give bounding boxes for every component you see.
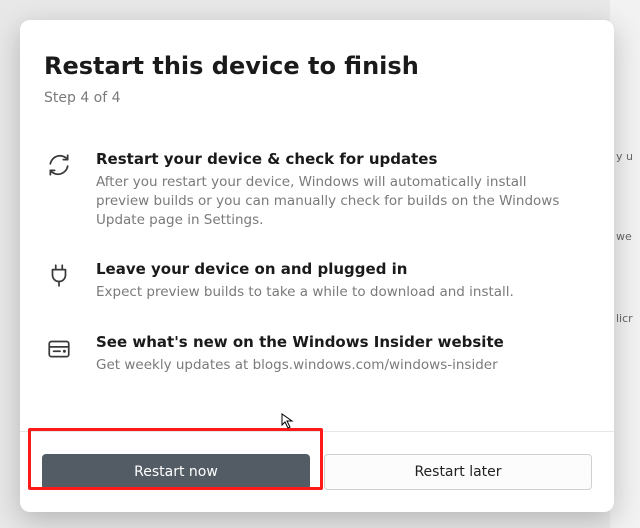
dialog-body: Restart this device to finish Step 4 of …	[20, 20, 614, 431]
info-item-content: Restart your device & check for updates …	[96, 150, 580, 230]
info-heading: See what's new on the Windows Insider we…	[96, 333, 504, 351]
backdrop-text: licr	[616, 312, 633, 325]
refresh-icon	[44, 150, 74, 230]
restart-later-button[interactable]: Restart later	[324, 454, 592, 490]
info-item-restart: Restart your device & check for updates …	[44, 150, 580, 230]
info-body: After you restart your device, Windows w…	[96, 173, 580, 230]
backdrop-text: y u	[616, 150, 633, 163]
news-icon	[44, 333, 74, 375]
info-body: Expect preview builds to take a while to…	[96, 283, 514, 302]
backdrop-strip: y u we licr	[610, 0, 640, 528]
info-item-power: Leave your device on and plugged in Expe…	[44, 260, 580, 302]
restart-now-button[interactable]: Restart now	[42, 454, 310, 490]
info-item-content: See what's new on the Windows Insider we…	[96, 333, 504, 375]
info-heading: Restart your device & check for updates	[96, 150, 580, 168]
plug-icon	[44, 260, 74, 302]
info-item-news: See what's new on the Windows Insider we…	[44, 333, 580, 375]
backdrop-text: we	[616, 230, 632, 243]
dialog-title: Restart this device to finish	[44, 52, 580, 80]
info-body: Get weekly updates at blogs.windows.com/…	[96, 356, 504, 375]
info-heading: Leave your device on and plugged in	[96, 260, 514, 278]
restart-dialog: Restart this device to finish Step 4 of …	[20, 20, 614, 512]
dialog-footer: Restart now Restart later	[20, 431, 614, 512]
info-item-content: Leave your device on and plugged in Expe…	[96, 260, 514, 302]
dialog-step: Step 4 of 4	[44, 90, 580, 106]
